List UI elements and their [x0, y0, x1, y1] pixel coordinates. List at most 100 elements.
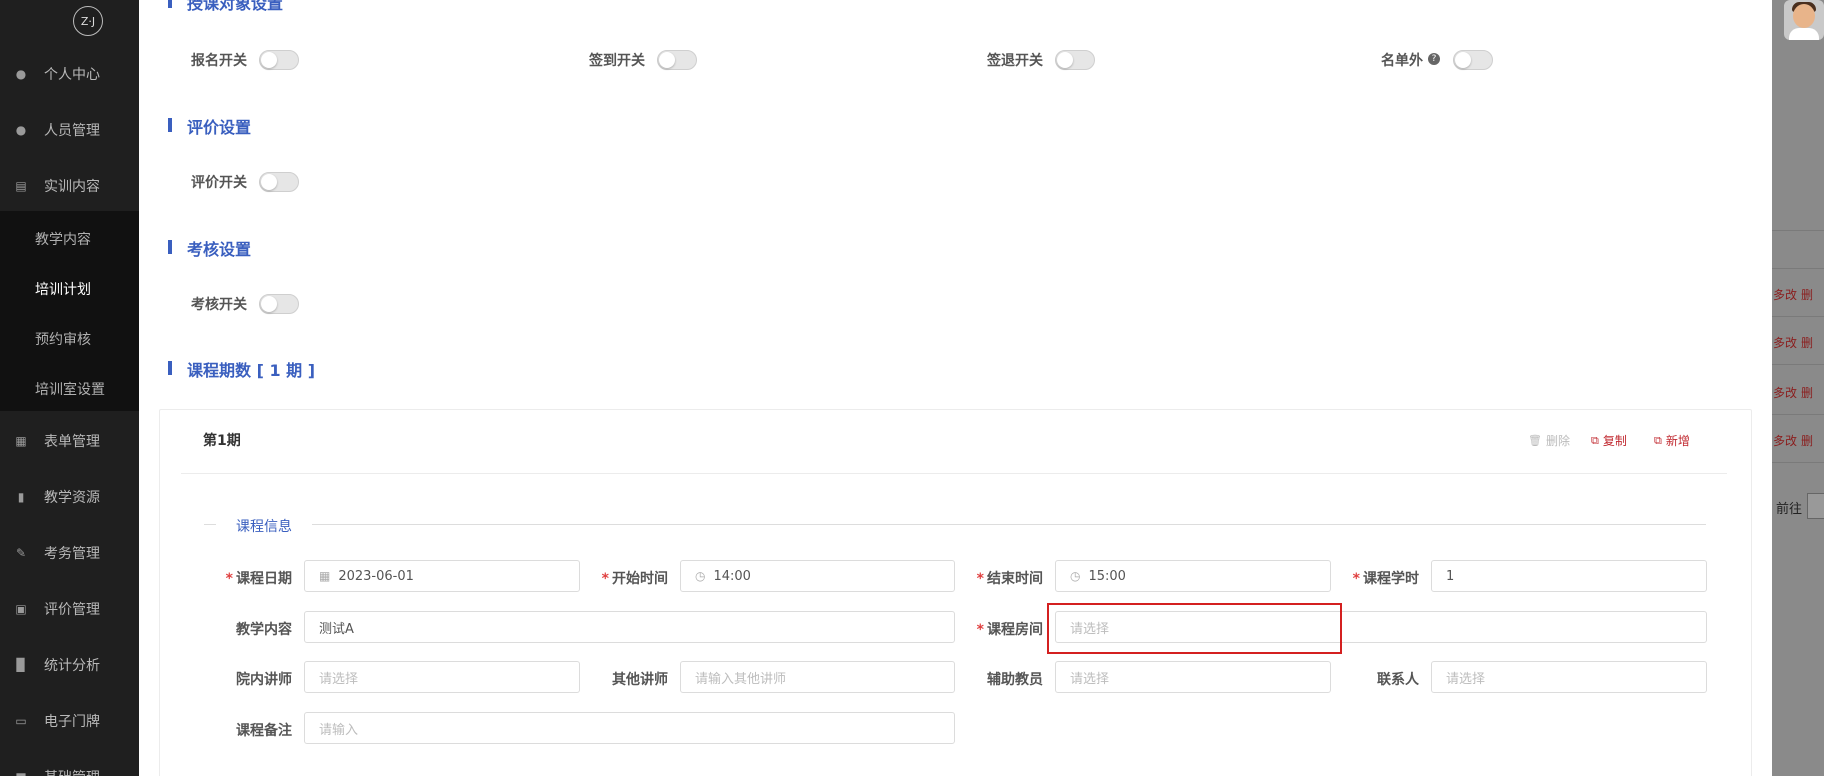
sidebar-item-exams[interactable]: ✎ 考务管理 [0, 525, 139, 581]
logo-text: Z·J [80, 14, 96, 28]
delete-button[interactable]: 🗑 删除 [1528, 432, 1570, 449]
pagination-goto-input[interactable] [1807, 493, 1824, 519]
sidebar-item-label: 人员管理 [44, 123, 100, 139]
checkin-switch-label: 签到开关 [589, 53, 645, 69]
end-time-input[interactable]: ◷ 15:00 [1055, 560, 1331, 592]
sidebar-item-personal-center[interactable]: ● 个人中心 [0, 46, 139, 102]
copy-button[interactable]: ⧉ 复制 [1591, 432, 1627, 449]
course-date-value: 2023-06-01 [338, 568, 414, 584]
row-edit-link[interactable]: 多改 [1773, 286, 1797, 303]
remark-placeholder: 请输入 [319, 722, 359, 738]
user-icon: ● [15, 67, 27, 81]
start-time-label: * 开始时间 [601, 571, 668, 587]
sidebar-item-basic[interactable]: ■ 基础管理 [0, 749, 139, 776]
sidebar-item-label: 表单管理 [44, 434, 100, 450]
end-time-label: * 结束时间 [976, 571, 1043, 587]
row-delete-link[interactable]: 删 [1801, 432, 1813, 449]
contact-placeholder: 请选择 [1446, 671, 1486, 687]
sidebar-item-staff[interactable]: ● 人员管理 [0, 102, 139, 158]
row-edit-link[interactable]: 多改 [1773, 334, 1797, 351]
row-delete-link[interactable]: 删 [1801, 286, 1813, 303]
form-icon: ▦ [15, 434, 27, 448]
card-divider [181, 473, 1727, 474]
internal-lecturer-placeholder: 请选择 [319, 671, 359, 687]
row-edit-link[interactable]: 多改 [1773, 384, 1797, 401]
sidebar-item-forms[interactable]: ▦ 表单管理 [0, 413, 139, 469]
row-delete-link[interactable]: 删 [1801, 334, 1813, 351]
signup-switch[interactable] [259, 50, 299, 70]
internal-lecturer-select[interactable]: 请选择 [304, 661, 580, 693]
clock-icon: ◷ [1070, 569, 1081, 583]
teaching-content-label: 教学内容 [236, 622, 292, 638]
contact-label: 联系人 [1377, 672, 1419, 688]
trash-icon: 🗑 [1528, 434, 1542, 447]
course-date-input[interactable]: ▦ 2023-06-01 [304, 560, 580, 592]
copy-icon: ⧉ [1591, 433, 1599, 447]
rating-icon: ▣ [15, 602, 27, 616]
sidebar-item-label: 教学资源 [44, 490, 100, 506]
course-hours-input[interactable]: 1 [1431, 560, 1707, 592]
checkout-switch-label: 签退开关 [987, 53, 1043, 69]
checkin-switch[interactable] [657, 50, 697, 70]
bar-chart-icon: ▉ [16, 658, 26, 672]
book-icon: ▤ [15, 179, 27, 193]
edit-icon: ✎ [15, 546, 27, 560]
submenu-item-training-plan[interactable]: 培训计划 [35, 279, 91, 299]
table-row-divider [1772, 462, 1824, 463]
assessment-switch[interactable] [259, 294, 299, 314]
submenu-item-teaching-content[interactable]: 教学内容 [35, 229, 91, 249]
sidebar-item-evaluation[interactable]: ▣ 评价管理 [0, 581, 139, 637]
submenu: 教学内容 培训计划 预约审核 培训室设置 [0, 211, 139, 411]
table-row-divider [1772, 230, 1824, 231]
teaching-content-value: 测试A [319, 621, 354, 637]
assistant-placeholder: 请选择 [1070, 671, 1110, 687]
contact-select[interactable]: 请选择 [1431, 661, 1707, 693]
checkout-switch[interactable] [1055, 50, 1095, 70]
other-lecturer-placeholder: 请输入其他讲师 [695, 671, 787, 687]
teaching-content-input[interactable]: 测试A [304, 611, 955, 643]
logo: Z·J [73, 6, 103, 36]
assessment-switch-label: 考核开关 [191, 297, 247, 313]
add-button[interactable]: ⧉ 新增 [1654, 432, 1690, 449]
row-edit-link[interactable]: 多改 [1773, 432, 1797, 449]
other-lecturer-input[interactable]: 请输入其他讲师 [680, 661, 955, 693]
sidebar-item-label: 评价管理 [44, 602, 100, 618]
avatar-face [1793, 4, 1815, 28]
evaluation-switch-label: 评价开关 [191, 175, 247, 191]
pagination-goto-label: 前往 [1776, 502, 1803, 517]
sidebar-item-label: 考务管理 [44, 546, 100, 562]
sidebar-item-label: 电子门牌 [44, 714, 100, 730]
sidebar-item-statistics[interactable]: ▉ 统计分析 [0, 637, 139, 693]
section-title-assessment: 考核设置 [187, 240, 252, 259]
section-title-evaluation: 评价设置 [187, 118, 252, 137]
assistant-label: 辅助教员 [987, 672, 1043, 688]
settings-icon: ■ [14, 770, 28, 776]
sidebar: Z·J ● 个人中心 ● 人员管理 ▤ 实训内容 教学内容 培训计划 预约审核 … [0, 0, 139, 776]
course-hours-value: 1 [1446, 568, 1455, 584]
course-date-label: * 课程日期 [225, 571, 292, 587]
row-delete-link[interactable]: 删 [1801, 384, 1813, 401]
help-icon[interactable]: ? [1428, 53, 1440, 65]
avatar[interactable] [1784, 0, 1824, 40]
whitelist-switch[interactable] [1453, 50, 1493, 70]
sidebar-item-label: 统计分析 [44, 658, 100, 674]
sidebar-item-e-doorplate[interactable]: ▭ 电子门牌 [0, 693, 139, 749]
sidebar-item-training-content[interactable]: ▤ 实训内容 [0, 158, 139, 214]
remark-input[interactable]: 请输入 [304, 712, 955, 744]
submenu-item-room-settings[interactable]: 培训室设置 [35, 379, 105, 399]
resource-icon: ▮ [17, 490, 25, 504]
sidebar-item-resources[interactable]: ▮ 教学资源 [0, 469, 139, 525]
end-time-value: 15:00 [1088, 568, 1126, 584]
copy-label: 复制 [1602, 434, 1627, 448]
group-divider-right [312, 524, 1706, 525]
internal-lecturer-label: 院内讲师 [236, 672, 292, 688]
course-hours-label: * 课程学时 [1352, 571, 1419, 587]
monitor-icon: ▭ [15, 714, 27, 728]
submenu-item-booking-review[interactable]: 预约审核 [35, 329, 91, 349]
section-marker [168, 361, 172, 375]
evaluation-switch[interactable] [259, 172, 299, 192]
clock-icon: ◷ [695, 569, 706, 583]
other-lecturer-label: 其他讲师 [612, 672, 668, 688]
start-time-input[interactable]: ◷ 14:00 [680, 560, 955, 592]
assistant-select[interactable]: 请选择 [1055, 661, 1331, 693]
